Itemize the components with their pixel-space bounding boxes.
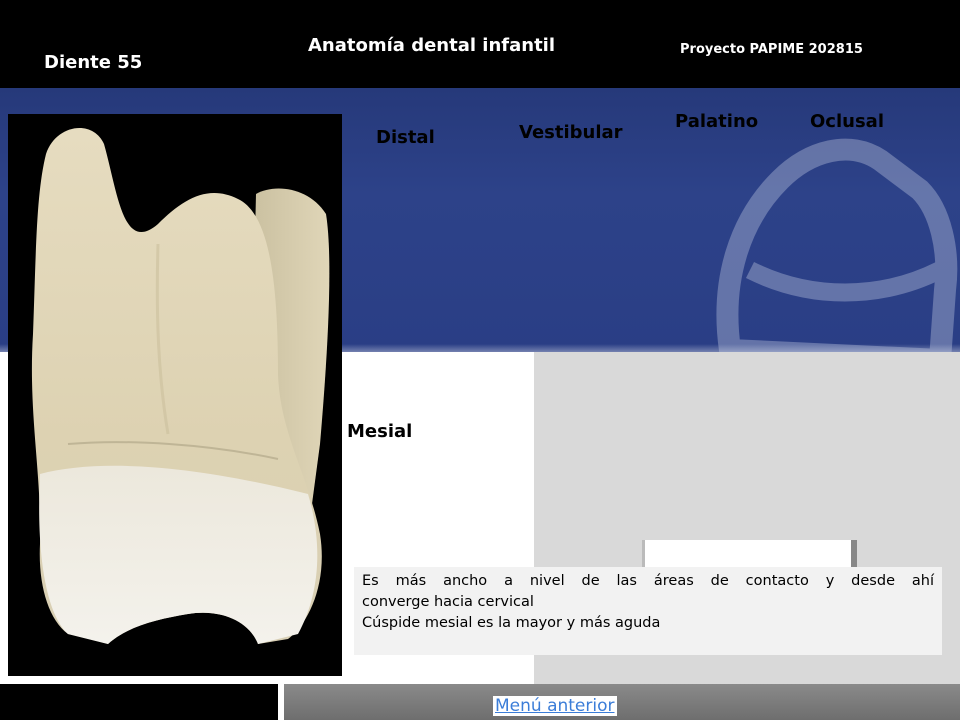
view-palatino-link[interactable]: Palatino xyxy=(675,111,758,132)
tooth-illustration xyxy=(31,127,330,645)
page-title: Anatomía dental infantil xyxy=(308,35,556,56)
view-distal-link[interactable]: Distal xyxy=(376,127,435,148)
footer-left-block xyxy=(0,684,278,720)
description-box: Es más ancho a nivel de las áreas de con… xyxy=(354,567,942,655)
project-label: Proyecto PAPIME 202815 xyxy=(680,42,863,57)
description-line-1: Es más ancho a nivel de las áreas de con… xyxy=(362,573,934,589)
description-line-3: Cúspide mesial es la mayor y más aguda xyxy=(362,615,661,631)
footer-bar: Menú anterior xyxy=(0,684,960,720)
tooth-photo xyxy=(8,114,342,676)
footer-right-block xyxy=(284,684,960,720)
view-oclusal-link[interactable]: Oclusal xyxy=(810,111,884,132)
description-line-2: converge hacia cervical xyxy=(362,594,534,610)
tooth-watermark-icon xyxy=(716,138,958,360)
tooth-id-label: Diente 55 xyxy=(44,52,143,73)
view-mesial-label: Mesial xyxy=(347,421,413,442)
view-vestibular-link[interactable]: Vestibular xyxy=(519,122,623,143)
previous-menu-link[interactable]: Menú anterior xyxy=(493,696,617,716)
